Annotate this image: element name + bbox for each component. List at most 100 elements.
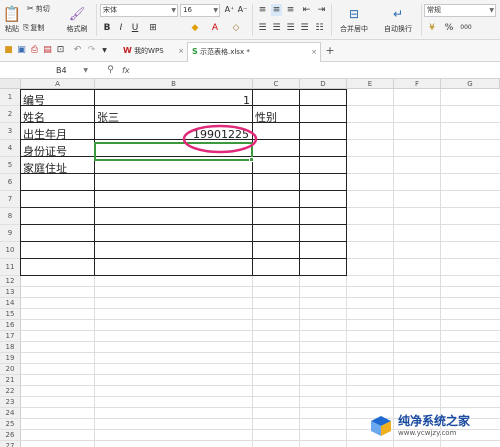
print-icon[interactable]: ⎙	[29, 45, 40, 56]
column-header-d[interactable]: D	[300, 79, 347, 89]
row-header-10[interactable]: 10	[0, 242, 21, 259]
cell-A1[interactable]: 编号	[23, 92, 45, 109]
tab-my-wps[interactable]: W 我的WPS ×	[119, 42, 187, 60]
row-header-27[interactable]: 27	[0, 441, 21, 447]
cell-A5[interactable]: 家庭住址	[23, 160, 67, 177]
close-icon[interactable]: ×	[178, 42, 184, 60]
font-name-select[interactable]: 宋体 ▼	[100, 4, 178, 17]
align-bottom-icon[interactable]: ≡	[285, 4, 296, 16]
row-header-9[interactable]: 9	[0, 225, 21, 242]
row-header-26[interactable]: 26	[0, 430, 21, 441]
align-middle-icon[interactable]: ≡	[271, 4, 282, 16]
zoom-icon[interactable]: ⚲	[105, 65, 116, 76]
border-icon[interactable]: ⊞	[146, 22, 160, 34]
column-header-a[interactable]: A	[21, 79, 95, 89]
cut-button[interactable]: ✂ 剪切	[27, 3, 61, 14]
row-header-1[interactable]: 1	[0, 89, 21, 106]
row-header-23[interactable]: 23	[0, 397, 21, 408]
bold-icon[interactable]: B	[102, 22, 112, 34]
row-header-3[interactable]: 3	[0, 123, 21, 140]
export-pdf-icon[interactable]: ▤	[42, 45, 53, 56]
preview-icon[interactable]: ⊡	[55, 45, 66, 56]
column-header-c[interactable]: C	[253, 79, 300, 89]
row-header-15[interactable]: 15	[0, 309, 21, 320]
number-format-value: 常规	[427, 6, 441, 14]
align-center-icon[interactable]: ☰	[271, 22, 282, 34]
align-left-icon[interactable]: ☰	[257, 22, 268, 34]
column-header-b[interactable]: B	[95, 79, 253, 89]
number-format-select[interactable]: 常规 ▼	[424, 4, 496, 17]
merge-center-button[interactable]: ⊟ 合并居中	[334, 3, 374, 37]
row-gridline	[21, 385, 500, 386]
wrap-text-button[interactable]: ↵ 自动换行	[378, 3, 418, 37]
column-gridline	[393, 89, 394, 447]
row-header-7[interactable]: 7	[0, 191, 21, 208]
row-header-6[interactable]: 6	[0, 174, 21, 191]
undo-icon[interactable]: ↶	[72, 45, 83, 56]
column-header-f[interactable]: F	[394, 79, 441, 89]
close-icon[interactable]: ×	[311, 43, 317, 61]
row-gridline	[21, 319, 500, 320]
cell-B1[interactable]: 1	[95, 92, 250, 109]
percent-button[interactable]: %	[444, 22, 454, 34]
underline-icon[interactable]: U	[130, 22, 140, 34]
row-header-17[interactable]: 17	[0, 331, 21, 342]
save-icon[interactable]: ▣	[16, 45, 27, 56]
row-header-18[interactable]: 18	[0, 342, 21, 353]
fill-color-icon[interactable]: ◆	[188, 22, 202, 34]
paste-button[interactable]: 📋 粘贴	[3, 3, 22, 37]
row-gridline	[21, 363, 500, 364]
sheet-grid[interactable]: ABCDEFG 1 2 3 4 5 6 7 8 9 10 11 12 13 14 15 16 17 18 19 20 2…	[0, 79, 500, 447]
row-header-14[interactable]: 14	[0, 298, 21, 309]
thousands-button[interactable]: 000	[458, 22, 474, 34]
indent-right-icon[interactable]: ⇥	[316, 4, 327, 16]
italic-icon[interactable]: I	[116, 22, 126, 34]
shrink-font-icon[interactable]: A⁻	[237, 4, 248, 16]
table-border-horizontal	[20, 190, 347, 191]
font-color-icon[interactable]: A	[208, 22, 222, 34]
folder-icon[interactable]: ■	[3, 45, 14, 56]
align-right-icon[interactable]: ☰	[285, 22, 296, 34]
currency-icon[interactable]: ¥	[426, 22, 438, 34]
indent-left-icon[interactable]: ⇤	[301, 4, 312, 16]
customize-toolbar-icon[interactable]: ▼	[100, 45, 109, 56]
row-header-19[interactable]: 19	[0, 353, 21, 364]
new-tab-icon[interactable]: +	[324, 44, 336, 56]
tab-spreadsheet[interactable]: S 示范表格.xlsx * ×	[187, 42, 321, 62]
row-header-16[interactable]: 16	[0, 320, 21, 331]
row-header-22[interactable]: 22	[0, 386, 21, 397]
row-header-13[interactable]: 13	[0, 287, 21, 298]
row-header-21[interactable]: 21	[0, 375, 21, 386]
table-border-horizontal	[20, 241, 347, 242]
cell-A4[interactable]: 身份证号	[23, 143, 67, 160]
grow-font-icon[interactable]: A⁺	[224, 4, 235, 16]
copy-button[interactable]: ⎘ 复制	[23, 22, 57, 33]
cell-A3[interactable]: 出生年月	[23, 126, 67, 143]
row-header-8[interactable]: 8	[0, 208, 21, 225]
row-header-25[interactable]: 25	[0, 419, 21, 430]
cell-A2[interactable]: 姓名	[23, 109, 45, 126]
cell-B2[interactable]: 张三	[97, 109, 119, 126]
row-gridline	[21, 341, 500, 342]
row-header-11[interactable]: 11	[0, 259, 21, 276]
select-all-corner[interactable]	[0, 79, 21, 89]
formula-input[interactable]	[142, 64, 498, 77]
column-header-g[interactable]: G	[441, 79, 500, 89]
row-header-12[interactable]: 12	[0, 276, 21, 287]
justify-icon[interactable]: ☰	[299, 22, 310, 34]
clear-icon[interactable]: ◇	[229, 22, 243, 34]
row-header-4[interactable]: 4	[0, 140, 21, 157]
row-header-2[interactable]: 2	[0, 106, 21, 123]
row-header-5[interactable]: 5	[0, 157, 21, 174]
font-size-select[interactable]: 16 ▼	[180, 4, 220, 17]
fill-handle[interactable]	[249, 157, 254, 162]
row-header-24[interactable]: 24	[0, 408, 21, 419]
fx-button[interactable]: fx	[122, 64, 136, 77]
redo-icon[interactable]: ↷	[86, 45, 97, 56]
name-box[interactable]: B4 ▼	[22, 64, 90, 77]
format-painter-button[interactable]: 🖌 格式刷	[62, 3, 92, 37]
distribute-icon[interactable]: ☷	[314, 22, 325, 34]
align-top-icon[interactable]: ≡	[257, 4, 268, 16]
column-header-e[interactable]: E	[347, 79, 394, 89]
row-header-20[interactable]: 20	[0, 364, 21, 375]
